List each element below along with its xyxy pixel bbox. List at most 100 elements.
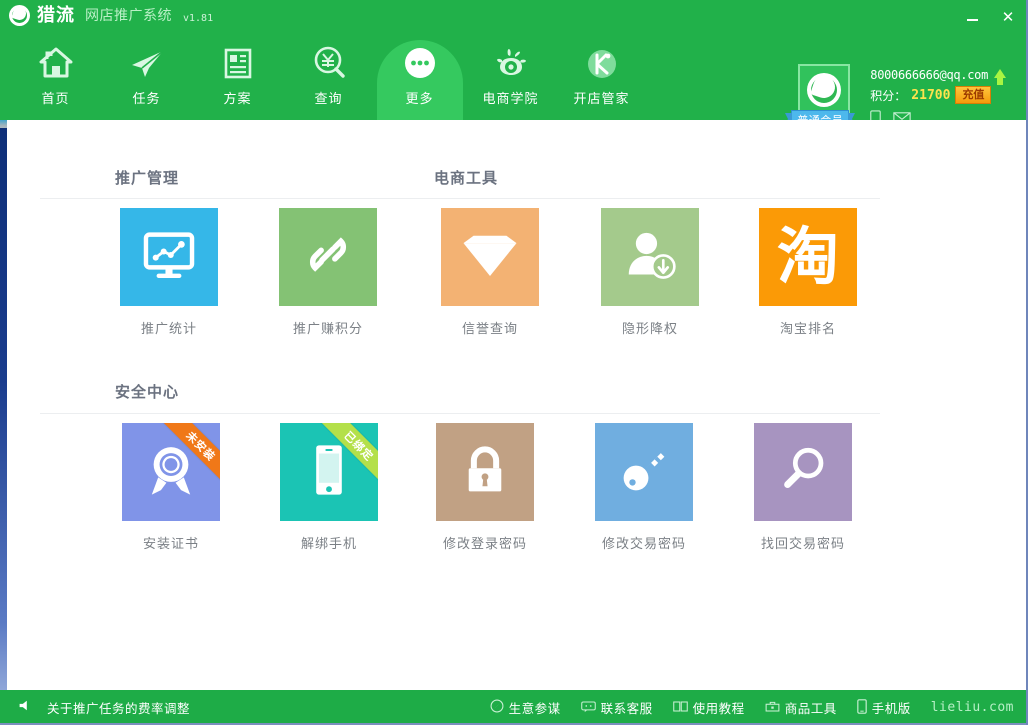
monitor-chart-icon [138, 224, 200, 291]
tile-image [441, 208, 539, 306]
tile-credit-query[interactable]: 信誉查询 [441, 208, 539, 337]
tile-label: 修改交易密码 [601, 536, 686, 551]
nav-item-shop-manager[interactable]: 开店管家 [556, 34, 647, 120]
tile-image [279, 208, 377, 306]
brand: 猎流 网店推广系统 v1.81 [9, 3, 213, 27]
tile-retrieve-trade-password[interactable]: 找回交易密码 [754, 423, 852, 552]
list-layout-icon [217, 42, 259, 84]
points-label: 积分： [870, 88, 907, 103]
nav-label: 首页 [41, 91, 70, 106]
tile-image: 已绑定 [280, 423, 378, 521]
nav-label: 查询 [314, 91, 343, 106]
notice-text: 关于推广任务的费率调整 [47, 702, 191, 716]
tile-label: 安装证书 [142, 536, 199, 551]
tile-image [754, 423, 852, 521]
magnifier-icon [773, 440, 833, 505]
home-icon [35, 42, 77, 84]
speaker-icon [18, 699, 34, 717]
brand-name: 猎流 [37, 5, 75, 25]
minimize-button[interactable] [954, 2, 990, 32]
footer-link-product-tools[interactable]: 商品工具 [765, 698, 837, 717]
notice-area[interactable]: 关于推广任务的费率调整 [18, 698, 190, 717]
tile-label: 信誉查询 [461, 321, 518, 336]
app-logo-icon [9, 4, 30, 26]
k-circle-icon [581, 42, 623, 84]
avatar-logo-icon [807, 73, 842, 107]
tile-taobao-ranking[interactable]: 淘 淘宝排名 [759, 208, 857, 337]
nav-label: 方案 [223, 91, 252, 106]
window-controls: ✕ [954, 0, 1026, 34]
tile-unbind-phone[interactable]: 已绑定 解绑手机 [280, 423, 378, 552]
avatar-wrapper[interactable]: 普通会员 [785, 64, 856, 130]
tile-promotion-stats[interactable]: 推广统计 [120, 208, 218, 337]
main-navigation-bar: 首页 任务 方案 查询 更多 电商学院 开店管家 8000666666@qq.c… [0, 34, 1028, 140]
paper-plane-icon [126, 42, 168, 84]
footer-link-label: 联系客服 [600, 702, 653, 716]
section-divider-2 [40, 413, 880, 414]
nav-label: 更多 [405, 91, 434, 106]
tile-label: 隐形降权 [621, 321, 678, 336]
tile-hidden-demotion[interactable]: 隐形降权 [601, 208, 699, 337]
chat-bubble-icon [580, 700, 596, 716]
close-button[interactable]: ✕ [990, 2, 1026, 32]
footer-link-label: 使用教程 [692, 702, 745, 716]
section-title-ectools: 电商工具 [434, 170, 499, 187]
account-points-row: 积分： 21700 充值 [870, 86, 1006, 104]
section-title-promotion: 推广管理 [115, 170, 180, 187]
footer-link-tutorial[interactable]: 使用教程 [672, 698, 745, 717]
points-value: 21700 [911, 87, 951, 103]
tile-image [595, 423, 693, 521]
tile-image: 淘 [759, 208, 857, 306]
nav-item-ecommerce-academy[interactable]: 电商学院 [465, 34, 556, 120]
section-divider-1 [40, 198, 880, 199]
ellipsis-icon [399, 42, 441, 84]
footer-link-label: 商品工具 [784, 702, 837, 716]
yuan-search-icon [308, 42, 350, 84]
footer-links: 生意参谋 联系客服 使用教程 商品工具 手机版 lieliu.com [490, 698, 1014, 717]
section-title-security: 安全中心 [115, 384, 180, 401]
key-icon [613, 439, 675, 506]
status-bar: 关于推广任务的费率调整 生意参谋 联系客服 使用教程 商品工具 手机版 liel… [0, 690, 1028, 725]
content-area: 推广管理 电商工具 推广统计 推广赚积分 信誉查询 隐形降权 淘 淘宝排名 安全… [7, 120, 1028, 690]
app-version: v1.81 [183, 13, 214, 24]
tile-change-login-password[interactable]: 修改登录密码 [436, 423, 534, 552]
footer-link-label: 手机版 [871, 702, 911, 716]
tile-change-trade-password[interactable]: 修改交易密码 [595, 423, 693, 552]
avatar[interactable] [798, 64, 851, 116]
tile-image [120, 208, 218, 306]
nav-label: 任务 [132, 91, 161, 106]
nav-item-query[interactable]: 查询 [283, 34, 374, 120]
upgrade-arrow-icon[interactable] [994, 68, 1006, 85]
nav-item-plans[interactable]: 方案 [192, 34, 283, 120]
tile-label: 推广赚积分 [292, 321, 363, 336]
tile-install-certificate[interactable]: 未安装 安装证书 [122, 423, 220, 552]
padlock-icon [455, 440, 515, 505]
account-email-row: 8000666666@qq.com [870, 68, 1006, 85]
footer-link-label: 生意参谋 [508, 702, 561, 716]
footer-link-contact-support[interactable]: 联系客服 [580, 698, 653, 717]
user-down-icon [619, 224, 681, 291]
nav-item-more[interactable]: 更多 [374, 34, 465, 140]
tile-image [601, 208, 699, 306]
brand-subtitle: 网店推广系统 [85, 7, 172, 23]
tile-label: 修改登录密码 [442, 536, 527, 551]
recharge-button[interactable]: 充值 [955, 86, 992, 104]
tile-image: 未安装 [122, 423, 220, 521]
phone-icon [856, 698, 867, 717]
footer-website[interactable]: lieliu.com [931, 700, 1014, 715]
book-icon [672, 700, 688, 716]
nav-label: 开店管家 [573, 91, 630, 106]
tile-label: 解绑手机 [300, 536, 357, 551]
sina-eye-icon [490, 42, 532, 84]
compass-icon [490, 699, 504, 716]
account-email: 8000666666@qq.com [870, 68, 988, 82]
tile-label: 淘宝排名 [779, 321, 836, 336]
tile-earn-points[interactable]: 推广赚积分 [279, 208, 377, 337]
nav-item-tasks[interactable]: 任务 [101, 34, 192, 120]
footer-link-business-advisor[interactable]: 生意参谋 [490, 698, 561, 717]
title-bar: 猎流 网店推广系统 v1.81 ✕ [0, 0, 1028, 34]
diamond-icon [458, 223, 522, 292]
nav-item-home[interactable]: 首页 [10, 34, 101, 120]
footer-link-mobile-version[interactable]: 手机版 [856, 698, 911, 717]
taobao-icon: 淘 [776, 220, 839, 293]
